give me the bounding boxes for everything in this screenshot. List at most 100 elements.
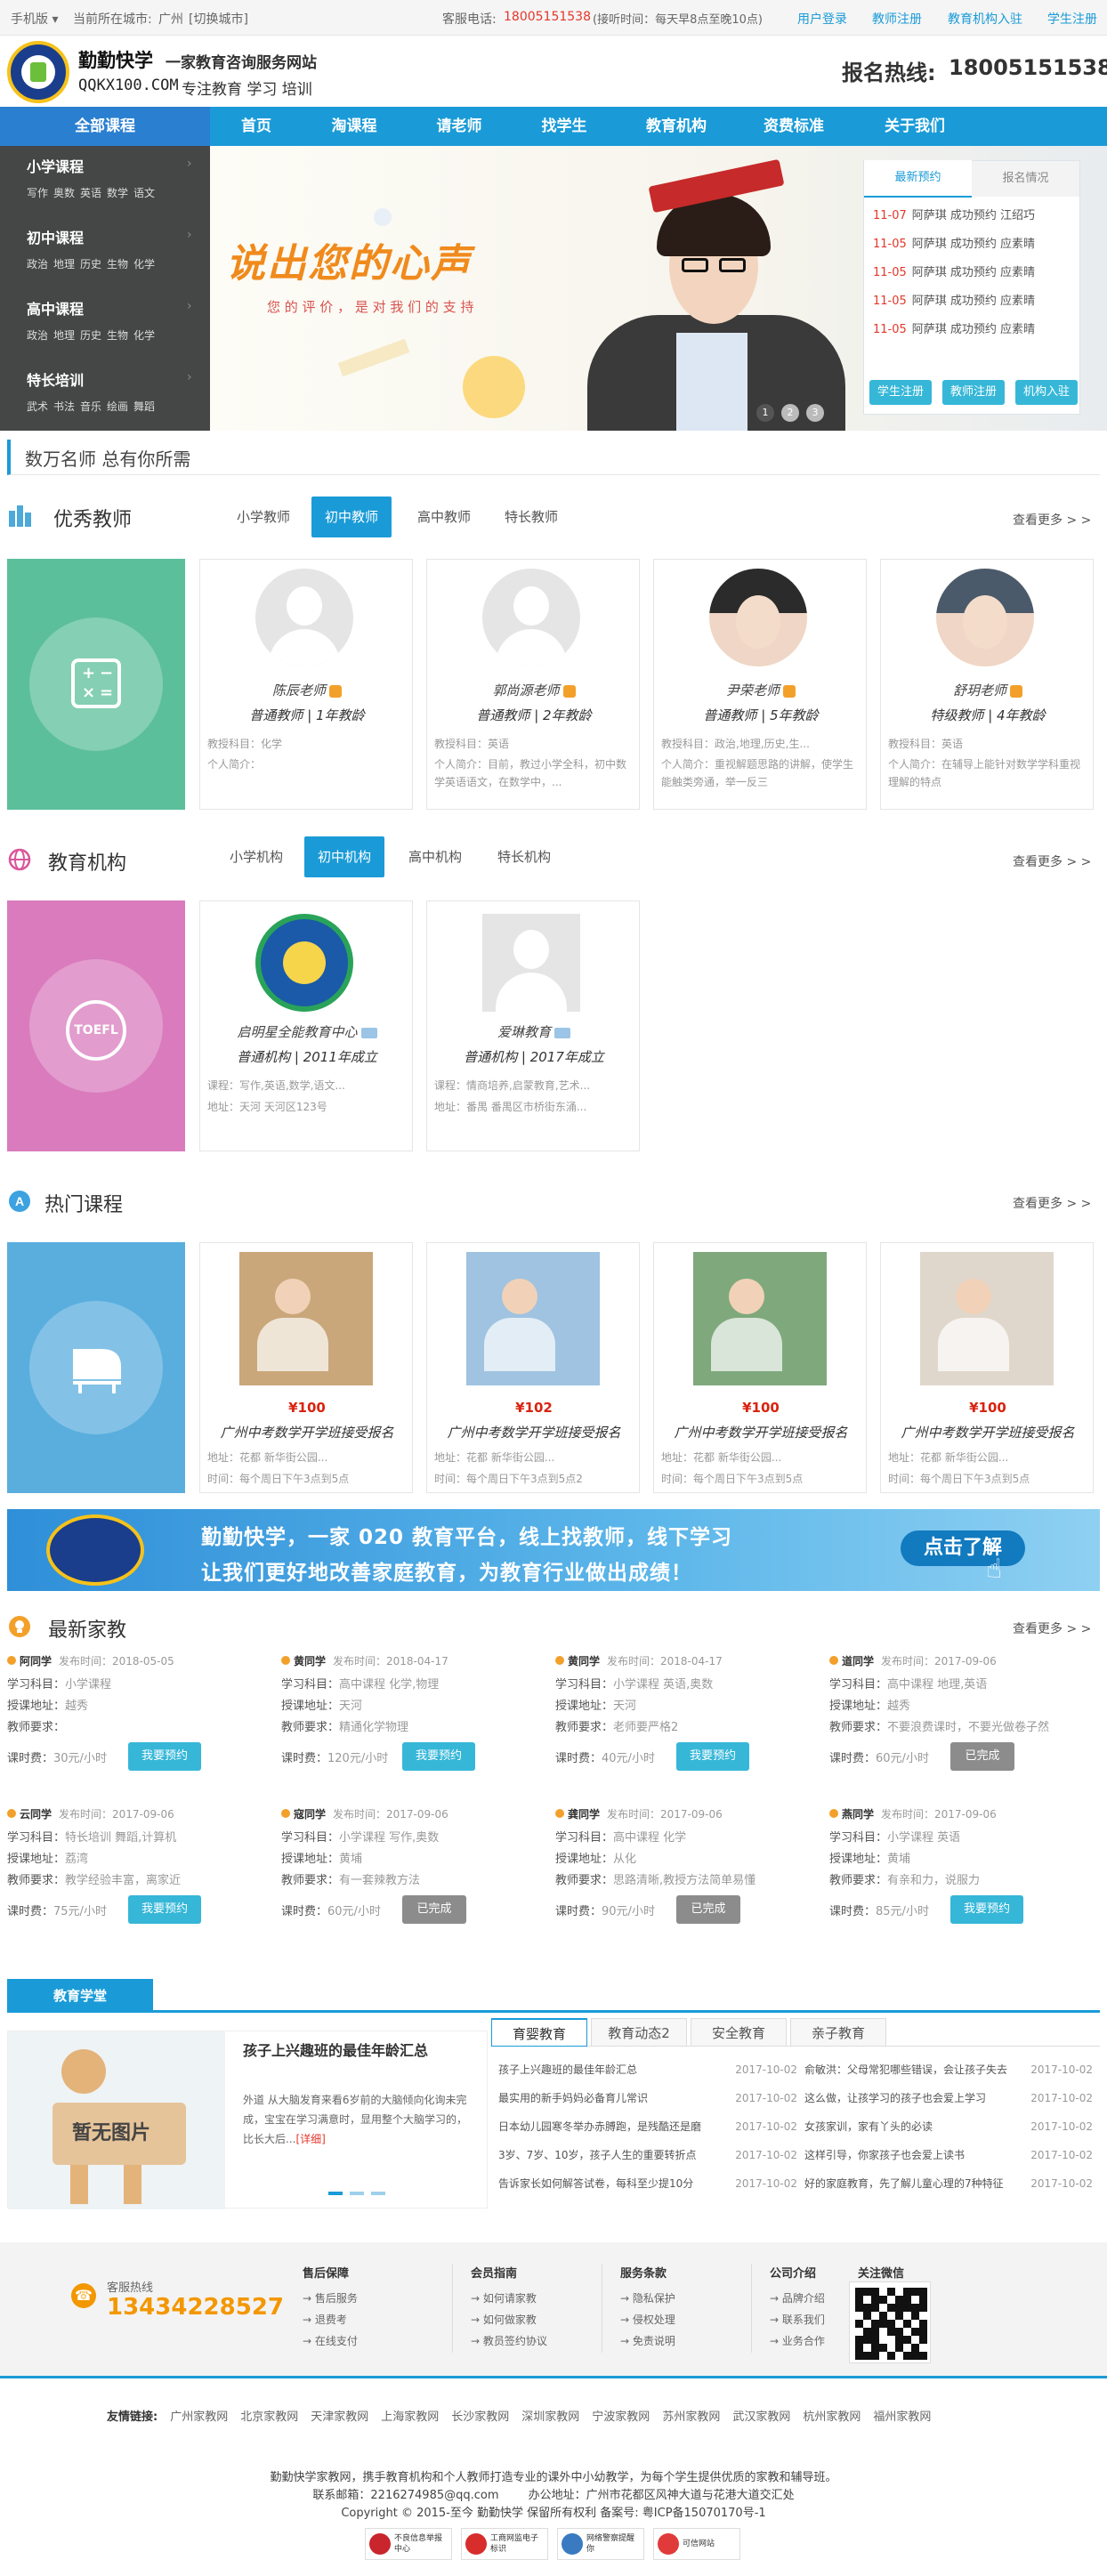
news-title[interactable]: 这么做，让孩学习的孩子也会爱上学习 xyxy=(804,2084,1027,2112)
news-title[interactable]: 女孩家训，家有丫头的必读 xyxy=(804,2112,1027,2141)
category-sub-link[interactable]: 数学 xyxy=(107,185,128,200)
nav-about[interactable]: 关于我们 xyxy=(865,107,965,146)
banner-dot-2[interactable]: 2 xyxy=(781,404,799,422)
book-button[interactable]: 我要预约 xyxy=(950,1895,1024,1924)
friend-link[interactable]: 苏州家教网 xyxy=(662,2407,720,2424)
tab-middle-orgs[interactable]: 初中机构 xyxy=(304,836,384,877)
courses-more-link[interactable]: 查看更多 > > xyxy=(1013,1194,1091,1212)
nav-home[interactable]: 首页 xyxy=(206,107,306,146)
promo-learn-more-button[interactable]: 点击了解 xyxy=(901,1530,1025,1566)
category-1-title[interactable]: 小学课程 xyxy=(27,155,84,176)
study-tab[interactable]: 教育学堂 xyxy=(7,1979,153,2013)
nav-pricing[interactable]: 资费标准 xyxy=(744,107,844,146)
nav-find-teacher[interactable]: 请老师 xyxy=(409,107,509,146)
study-detail-link[interactable]: [详细] xyxy=(295,2133,325,2145)
teacher-card[interactable]: 郭尚源老师 普通教师 | 2年教龄 教授科目：英语 个人简介：目前，教过小学全科，初中… xyxy=(426,559,640,810)
study-dot-2[interactable] xyxy=(350,2192,364,2195)
completed-button[interactable]: 已完成 xyxy=(950,1742,1015,1771)
panel-org-register-button[interactable]: 机构入驻 xyxy=(1015,380,1078,405)
nav-institutions[interactable]: 教育机构 xyxy=(626,107,726,146)
news-item[interactable]: 女孩家训，家有丫头的必读 2017-10-02 xyxy=(804,2112,1093,2141)
category-sub-link[interactable]: 地理 xyxy=(53,256,75,271)
category-sub-link[interactable]: 舞蹈 xyxy=(133,399,155,414)
nav-find-student[interactable]: 找学生 xyxy=(514,107,614,146)
footer-link[interactable]: → 侵权处理 xyxy=(620,2309,735,2330)
tab-high-teachers[interactable]: 高中教师 xyxy=(404,497,484,537)
nav-courses[interactable]: 淘课程 xyxy=(304,107,404,146)
category-sub-link[interactable]: 写作 xyxy=(27,185,48,200)
category-sub-link[interactable]: 政治 xyxy=(27,327,48,343)
friend-link[interactable]: 深圳家教网 xyxy=(521,2407,579,2424)
teacher-register-link[interactable]: 教师注册 xyxy=(872,10,922,28)
panel-teacher-register-button[interactable]: 教师注册 xyxy=(942,380,1005,405)
footer-link[interactable]: → 在线支付 xyxy=(303,2330,436,2352)
book-button[interactable]: 我要预约 xyxy=(676,1742,750,1771)
category-sub-link[interactable]: 历史 xyxy=(80,327,101,343)
footer-link[interactable]: → 免责说明 xyxy=(620,2330,735,2352)
tab-primary-orgs[interactable]: 小学机构 xyxy=(221,836,292,877)
footer-link[interactable]: → 隐私保护 xyxy=(620,2288,735,2309)
category-3-title[interactable]: 高中课程 xyxy=(27,297,84,319)
news-item[interactable]: 好的家庭教育，先了解儿童心理的7种特征 2017-10-02 xyxy=(804,2169,1093,2198)
tab-specialty-teachers[interactable]: 特长教师 xyxy=(491,497,571,537)
nav-all-courses[interactable]: 全部课程 xyxy=(0,107,210,146)
tab-specialty-orgs[interactable]: 特长机构 xyxy=(484,836,564,877)
news-title[interactable]: 孩子上兴趣班的最佳年龄汇总 xyxy=(498,2055,721,2084)
news-title[interactable]: 告诉家长如何解答试卷，每科至少提10分 xyxy=(498,2169,721,2198)
news-item[interactable]: 这么做，让孩学习的孩子也会爱上学习 2017-10-02 xyxy=(804,2084,1093,2112)
promo-banner[interactable]: 勤勤快学，一家 020 教育平台，线上找教师，线下学习 让我们更好地改善家庭教育… xyxy=(7,1509,1100,1591)
course-card[interactable]: ¥102 广州中考数学开学班接受报名 地址：花都 新华街公园... 时间：每个周日下午… xyxy=(426,1242,640,1493)
footer-link[interactable]: → 退费考 xyxy=(303,2309,436,2330)
news-item[interactable]: 这样引导，你家孩子也会爱上读书 2017-10-02 xyxy=(804,2141,1093,2169)
friend-link[interactable]: 北京家教网 xyxy=(240,2407,298,2424)
tab-middle-teachers[interactable]: 初中教师 xyxy=(311,497,392,537)
study-dot-3[interactable] xyxy=(371,2192,385,2195)
course-card[interactable]: ¥100 广州中考数学开学班接受报名 地址：花都 新华街公园... 时间：每个周日下午… xyxy=(880,1242,1094,1493)
certification-badge[interactable]: 网络警察提醒你 xyxy=(557,2528,644,2560)
banner-dot-3[interactable]: 3 xyxy=(806,404,824,422)
category-2-title[interactable]: 初中课程 xyxy=(27,226,84,247)
site-logo[interactable] xyxy=(7,41,69,103)
news-title[interactable]: 俞敏洪：父母常犯哪些错误，会让孩子失去 xyxy=(804,2055,1027,2084)
category-sub-link[interactable]: 政治 xyxy=(27,256,48,271)
mobile-link[interactable]: 手机版 ▾ xyxy=(11,10,58,28)
news-title[interactable]: 好的家庭教育，先了解儿童心理的7种特征 xyxy=(804,2169,1027,2198)
footer-link[interactable]: → 教员签约协议 xyxy=(471,2330,586,2352)
tab-education-news[interactable]: 教育动态2 xyxy=(591,2018,687,2047)
tab-parenting-education[interactable]: 亲子教育 xyxy=(790,2018,886,2047)
news-title[interactable]: 这样引导，你家孩子也会爱上读书 xyxy=(804,2141,1027,2169)
teacher-card[interactable]: 舒玥老师 特级教师 | 4年教龄 教授科目：英语 个人简介：在辅导上能针对数学学科重视… xyxy=(880,559,1094,810)
friend-link[interactable]: 长沙家教网 xyxy=(451,2407,509,2424)
category-sub-link[interactable]: 绘画 xyxy=(107,399,128,414)
teacher-card[interactable]: 尹荣老师 普通教师 | 5年教龄 教授科目：政治,地理,历史,生... 个人简介：重视… xyxy=(653,559,867,810)
friend-link[interactable]: 广州家教网 xyxy=(170,2407,228,2424)
panel-student-register-button[interactable]: 学生注册 xyxy=(869,380,932,405)
tab-safety-education[interactable]: 安全教育 xyxy=(691,2018,787,2047)
tab-signup-status[interactable]: 报名情况 xyxy=(972,160,1079,197)
category-sub-link[interactable]: 历史 xyxy=(80,256,101,271)
course-card[interactable]: ¥100 广州中考数学开学班接受报名 地址：花都 新华街公园... 时间：每个周日下午… xyxy=(199,1242,413,1493)
category-sub-link[interactable]: 地理 xyxy=(53,327,75,343)
course-card[interactable]: ¥100 广州中考数学开学班接受报名 地址：花都 新华街公园... 时间：每个周日下午… xyxy=(653,1242,867,1493)
org-card[interactable]: 爱琳教育 普通机构 | 2017年成立 课程：情商培养,启蒙教育,艺术... 地址：番… xyxy=(426,900,640,1151)
teacher-card[interactable]: 陈辰老师 普通教师 | 1年教龄 教授科目：化学 个人简介： xyxy=(199,559,413,810)
category-sub-link[interactable]: 武术 xyxy=(27,399,48,414)
switch-city-link[interactable]: [切换城市] xyxy=(189,10,248,28)
news-item[interactable]: 告诉家长如何解答试卷，每科至少提10分 2017-10-02 xyxy=(498,2169,797,2198)
book-button[interactable]: 我要预约 xyxy=(128,1895,202,1924)
friend-link[interactable]: 福州家教网 xyxy=(873,2407,931,2424)
category-sub-link[interactable]: 生物 xyxy=(107,256,128,271)
completed-button[interactable]: 已完成 xyxy=(676,1895,741,1924)
friend-link[interactable]: 上海家教网 xyxy=(381,2407,439,2424)
teachers-more-link[interactable]: 查看更多 > > xyxy=(1013,511,1091,529)
category-sub-link[interactable]: 书法 xyxy=(53,399,75,414)
footer-link[interactable]: → 如何做家教 xyxy=(471,2309,586,2330)
org-card[interactable]: 启明星全能教育中心 普通机构 | 2011年成立 课程：写作,英语,数学,语文...… xyxy=(199,900,413,1151)
completed-button[interactable]: 已完成 xyxy=(402,1895,467,1924)
category-sub-link[interactable]: 音乐 xyxy=(80,399,101,414)
news-item[interactable]: 孩子上兴趣班的最佳年龄汇总 2017-10-02 xyxy=(498,2055,797,2084)
tutoring-more-link[interactable]: 查看更多 > > xyxy=(1013,1619,1091,1637)
category-4-title[interactable]: 特长培训 xyxy=(27,368,84,390)
login-link[interactable]: 用户登录 xyxy=(797,10,847,28)
news-item[interactable]: 最实用的新手妈妈必备育儿常识 2017-10-02 xyxy=(498,2084,797,2112)
